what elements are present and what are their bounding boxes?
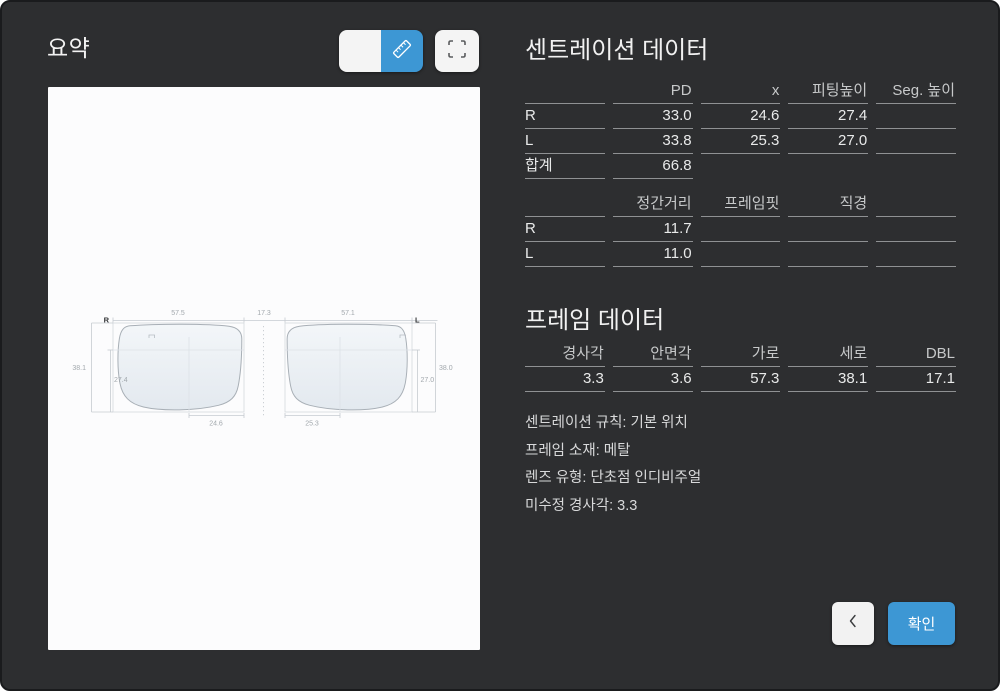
col-header — [525, 82, 605, 104]
toggle-plain-view[interactable] — [339, 30, 381, 72]
frame-fit-r — [700, 217, 781, 242]
col-header-vertex-distance: 정간거리 — [612, 195, 693, 217]
left-lens-width-value: 57.1 — [341, 310, 355, 317]
dbl-value: 17.1 — [876, 367, 956, 392]
lens-type-note: 렌즈 유형: 단초점 인디비주얼 — [525, 470, 702, 487]
uncorrected-angle-note: 미수정 경사각: 3.3 — [525, 497, 638, 514]
seg-height-r — [876, 104, 956, 129]
frame-height-value: 38.1 — [788, 367, 869, 392]
chevron-left-icon — [841, 608, 865, 639]
right-fitting-height-value: 27.4 — [114, 377, 128, 384]
info-notes: 센트레이션 규칙: 기본 위치 프레임 소재: 메탈 렌즈 유형: 단초점 인디… — [525, 411, 701, 521]
seg-height-l — [876, 129, 956, 154]
frame-fit-l — [700, 242, 781, 267]
expand-icon — [445, 37, 469, 66]
lens-preview-panel: R L 57.5 17.3 57.1 38.1 27.4 27.0 38.0 2… — [48, 87, 480, 650]
ruler-icon — [390, 37, 414, 66]
fullscreen-button[interactable] — [435, 30, 479, 72]
col-header-diameter: 직경 — [788, 195, 869, 217]
x-r: 24.6 — [700, 104, 781, 129]
col-header-dbl: DBL — [876, 345, 956, 367]
col-header-pantoscopic-angle: 경사각 — [525, 345, 605, 367]
left-x-value: 25.3 — [305, 421, 319, 428]
col-header-blank — [876, 195, 956, 217]
pd-l: 33.8 — [612, 129, 693, 154]
fitting-height-r: 27.4 — [788, 104, 869, 129]
col-header-frame-fit: 프레임핏 — [700, 195, 781, 217]
frame-material-note: 프레임 소재: 메탈 — [525, 442, 631, 459]
col-header-width: 가로 — [700, 345, 781, 367]
diameter-l — [788, 242, 869, 267]
face-form-angle-value: 3.6 — [612, 367, 693, 392]
row-label-r: R — [525, 217, 605, 242]
page-title: 요약 — [47, 35, 91, 61]
col-header-face-form-angle: 안면각 — [612, 345, 693, 367]
right-lens-height-value: 38.1 — [72, 365, 86, 372]
fitting-height-l: 27.0 — [788, 129, 869, 154]
bridge-width-value: 17.3 — [257, 310, 271, 317]
summary-dialog: 요약 R L 57.5 17.3 57.1 38.1 27.4 27.0 38.… — [0, 0, 1000, 691]
vertex-distance-r: 11.7 — [612, 217, 693, 242]
row-label-r: R — [525, 104, 605, 129]
col-header-x: x — [700, 82, 781, 104]
row-label-l: L — [525, 129, 605, 154]
left-lens-height-value: 38.0 — [439, 365, 453, 372]
frame-table: 경사각 안면각 가로 세로 DBL 3.3 3.6 57.3 38.1 17.1 — [525, 345, 956, 392]
centration-table: PD x 피팅높이 Seg. 높이 R 33.0 24.6 27.4 L 33.… — [525, 82, 956, 179]
right-lens-label: R — [104, 316, 110, 325]
pd-r: 33.0 — [612, 104, 693, 129]
centration-heading: 센트레이션 데이터 — [525, 37, 709, 64]
vertex-distance-l: 11.0 — [612, 242, 693, 267]
left-lens-label: L — [415, 316, 420, 325]
col-header-seg-height: Seg. 높이 — [876, 82, 956, 104]
frame-width-value: 57.3 — [700, 367, 781, 392]
col-header-fitting-height: 피팅높이 — [788, 82, 869, 104]
toggle-measure-view[interactable] — [381, 30, 423, 72]
right-x-value: 24.6 — [209, 421, 223, 428]
diameter-r — [788, 217, 869, 242]
confirm-button[interactable]: 확인 — [888, 602, 955, 645]
view-toggle[interactable] — [339, 30, 423, 72]
back-button[interactable] — [832, 602, 874, 645]
right-lens-width-value: 57.5 — [171, 310, 185, 317]
col-header-pd: PD — [612, 82, 693, 104]
centration-rule-note: 센트레이션 규칙: 기본 위치 — [525, 415, 688, 431]
left-fitting-height-value: 27.0 — [421, 377, 435, 384]
col-header — [525, 195, 605, 217]
col-header-height: 세로 — [788, 345, 869, 367]
row-label-total: 합계 — [525, 154, 605, 179]
x-l: 25.3 — [700, 129, 781, 154]
pantoscopic-angle-value: 3.3 — [525, 367, 605, 392]
distance-table: 정간거리 프레임핏 직경 R 11.7 L 11.0 — [525, 195, 956, 267]
lens-diagram: R L 57.5 17.3 57.1 38.1 27.4 27.0 38.0 2… — [72, 310, 453, 428]
frame-heading: 프레임 데이터 — [525, 307, 665, 334]
pd-total: 66.8 — [612, 154, 693, 179]
row-label-l: L — [525, 242, 605, 267]
